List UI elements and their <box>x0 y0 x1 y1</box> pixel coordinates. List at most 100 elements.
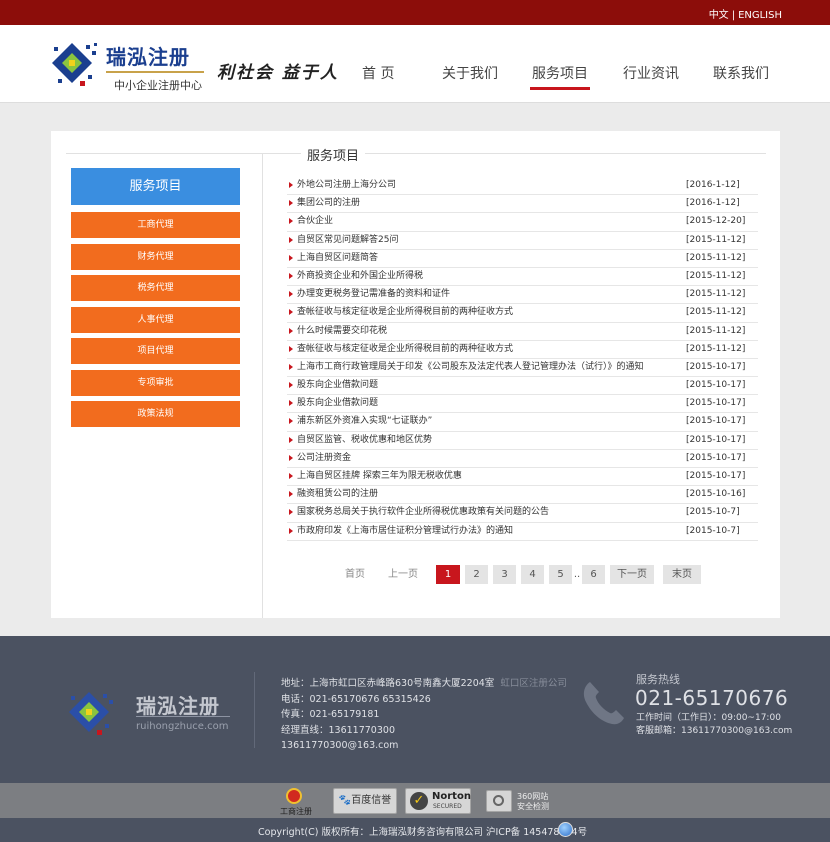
pager-page-4[interactable]: 4 <box>521 565 544 584</box>
bullet-arrow-icon <box>289 527 293 534</box>
pager-prev[interactable]: 上一页 <box>383 565 423 584</box>
news-item[interactable]: 上海自贸区挂牌 探索三年为限无税收优惠 [2015-10-17] <box>287 468 758 487</box>
pager-page-3[interactable]: 3 <box>493 565 516 584</box>
pager-page-5[interactable]: 5 <box>549 565 572 584</box>
news-title[interactable]: 上海自贸区挂牌 探索三年为限无税收优惠 <box>297 468 462 485</box>
site-logo[interactable]: 瑞泓注册 中小企业注册中心 <box>50 39 210 95</box>
news-title[interactable]: 查帐征收与核定征收是企业所得税目前的两种征收方式 <box>297 304 513 321</box>
news-title[interactable]: 浦东新区外资准入实现“七证联办” <box>297 413 432 430</box>
news-item[interactable]: 办理变更税务登记需准备的资料和证件 [2015-11-12] <box>287 286 758 305</box>
lang-chinese-link[interactable]: 中文 <box>709 10 729 21</box>
footer-address-note[interactable]: 虹口区注册公司 <box>500 678 567 689</box>
news-title[interactable]: 股东向企业借款问题 <box>297 395 378 412</box>
sidebar-item-policies[interactable]: 政策法规 <box>71 401 240 427</box>
footer-logo[interactable]: 瑞泓注册 ruihongzhuce.com <box>66 686 236 746</box>
lang-english-link[interactable]: ENGLISH <box>738 10 782 21</box>
badge-business-registration[interactable]: 工商注册 <box>276 788 312 816</box>
news-title[interactable]: 上海自贸区问题简答 <box>297 250 378 267</box>
news-list: 外地公司注册上海分公司 [2016-1-12] 集团公司的注册 [2016-1-12]… <box>287 177 758 541</box>
badge-norton-sublabel: SECURED <box>433 803 462 810</box>
main-content-card: 服务项目 服务项目 工商代理 财务代理 税务代理 人事代理 项目代理 专项审批 … <box>51 131 780 618</box>
pager-page-1[interactable]: 1 <box>436 565 460 584</box>
nav-home[interactable]: 首 页 <box>362 63 394 83</box>
news-item[interactable]: 查帐征收与核定征收是企业所得税目前的两种征收方式 [2015-11-12] <box>287 341 758 359</box>
pager-last[interactable]: 末页 <box>663 565 701 584</box>
news-title[interactable]: 自贸区常见问题解答25问 <box>297 232 398 249</box>
badge-norton-secured[interactable]: ✓ Norton SECURED <box>405 788 471 814</box>
news-item[interactable]: 股东向企业借款问题 [2015-10-17] <box>287 395 758 414</box>
news-item[interactable]: 上海市工商行政管理局关于印发《公司股东及法定代表人登记管理办法（试行）》的通知 [… <box>287 359 758 378</box>
news-title[interactable]: 上海市工商行政管理局关于印发《公司股东及法定代表人登记管理办法（试行）》的通知 <box>297 359 644 376</box>
nav-services[interactable]: 服务项目 <box>532 63 588 83</box>
badge-baidu-credit[interactable]: 🐾百度信誉 <box>333 788 397 814</box>
lang-separator: | <box>731 10 736 21</box>
checkmark-icon: ✓ <box>410 792 428 810</box>
news-item[interactable]: 集团公司的注册 [2016-1-12] <box>287 195 758 214</box>
news-item[interactable]: 外地公司注册上海分公司 [2016-1-12] <box>287 177 758 196</box>
sidebar-divider <box>262 154 263 618</box>
sidebar-item-finance-agency[interactable]: 财务代理 <box>71 243 240 270</box>
hotline-label: 服务热线 <box>636 673 680 686</box>
globe-icon[interactable] <box>558 822 573 837</box>
news-date: [2015-10-7] <box>686 507 740 518</box>
footer-contact-info: 地址：上海市虹口区赤峰路630号南鑫大厦2204室 虹口区注册公司 电话：021… <box>281 676 567 754</box>
hotline-number: 021-65170676 <box>635 686 789 710</box>
footer-logo-divider <box>136 716 230 717</box>
badge-baidu-label: 百度信誉 <box>351 795 392 806</box>
pager-page-2[interactable]: 2 <box>465 565 488 584</box>
news-title[interactable]: 什么时候需要交印花税 <box>297 323 387 340</box>
sidebar-item-special-approval[interactable]: 专项审批 <box>71 369 240 396</box>
nav-about[interactable]: 关于我们 <box>442 63 498 83</box>
sidebar-item-business-agency[interactable]: 工商代理 <box>71 212 240 238</box>
bullet-arrow-icon <box>289 236 293 243</box>
news-item[interactable]: 股东向企业借款问题 [2015-10-17] <box>287 377 758 396</box>
news-title[interactable]: 集团公司的注册 <box>297 195 360 212</box>
news-item[interactable]: 自贸区常见问题解答25问 [2015-11-12] <box>287 232 758 250</box>
news-title[interactable]: 查帐征收与核定征收是企业所得税目前的两种征收方式 <box>297 341 513 358</box>
news-item[interactable]: 自贸区监管、税收优惠和地区优势 [2015-10-17] <box>287 432 758 450</box>
sidebar-item-hr-agency[interactable]: 人事代理 <box>71 306 240 333</box>
news-item[interactable]: 公司注册资金 [2015-10-17] <box>287 450 758 468</box>
news-title[interactable]: 市政府印发《上海市居住证积分管理试行办法》的通知 <box>297 523 513 540</box>
news-title[interactable]: 股东向企业借款问题 <box>297 377 378 394</box>
bullet-arrow-icon <box>289 491 293 498</box>
news-item[interactable]: 浦东新区外资准入实现“七证联办” [2015-10-17] <box>287 413 758 432</box>
news-item[interactable]: 查帐征收与核定征收是企业所得税目前的两种征收方式 [2015-11-12] <box>287 304 758 323</box>
bullet-arrow-icon <box>289 509 293 516</box>
nav-industry-news[interactable]: 行业资讯 <box>623 63 679 83</box>
news-item[interactable]: 上海自贸区问题简答 [2015-11-12] <box>287 250 758 268</box>
news-title[interactable]: 国家税务总局关于执行软件企业所得税优惠政策有关问题的公告 <box>297 504 549 521</box>
header-slogan: 利社会 益于人 <box>217 63 339 83</box>
news-title[interactable]: 外地公司注册上海分公司 <box>297 177 396 194</box>
footer-logo-title: 瑞泓注册 <box>136 694 220 718</box>
news-item[interactable]: 合伙企业 [2015-12-20] <box>287 213 758 232</box>
nav-contact[interactable]: 联系我们 <box>713 63 769 83</box>
phone-icon <box>583 682 624 725</box>
badge-business-registration-label: 工商注册 <box>280 807 312 816</box>
pager-page-6[interactable]: 6 <box>582 565 605 584</box>
sidebar-item-tax-agency[interactable]: 税务代理 <box>71 275 240 301</box>
news-date: [2015-11-12] <box>686 343 746 354</box>
bullet-arrow-icon <box>289 454 293 461</box>
news-item[interactable]: 市政府印发《上海市居住证积分管理试行办法》的通知 [2015-10-7] <box>287 523 758 541</box>
news-title[interactable]: 公司注册资金 <box>297 450 351 467</box>
sidebar-item-project-agency[interactable]: 项目代理 <box>71 338 240 364</box>
news-title[interactable]: 融资租赁公司的注册 <box>297 486 378 503</box>
bullet-arrow-icon <box>289 218 293 225</box>
bullet-arrow-icon <box>289 272 293 279</box>
news-item[interactable]: 什么时候需要交印花税 [2015-11-12] <box>287 323 758 341</box>
news-item[interactable]: 国家税务总局关于执行软件企业所得税优惠政策有关问题的公告 [2015-10-7] <box>287 504 758 523</box>
news-title[interactable]: 自贸区监管、税收优惠和地区优势 <box>297 432 432 449</box>
news-title[interactable]: 办理变更税务登记需准备的资料和证件 <box>297 286 450 303</box>
news-item[interactable]: 融资租赁公司的注册 [2015-10-16] <box>287 486 758 505</box>
pager-first[interactable]: 首页 <box>339 565 371 584</box>
news-title[interactable]: 外商投资企业和外国企业所得税 <box>297 268 423 285</box>
pager-next[interactable]: 下一页 <box>610 565 654 584</box>
bullet-arrow-icon <box>289 363 293 370</box>
news-title[interactable]: 合伙企业 <box>297 213 333 230</box>
footer-logo-mark-icon <box>69 692 113 735</box>
news-item[interactable]: 外商投资企业和外国企业所得税 [2015-11-12] <box>287 268 758 287</box>
logo-divider <box>106 71 204 73</box>
language-switcher: 中文 | ENGLISH <box>709 6 782 21</box>
badge-360-security-check[interactable]: 360网站 安全检测 <box>486 788 552 814</box>
